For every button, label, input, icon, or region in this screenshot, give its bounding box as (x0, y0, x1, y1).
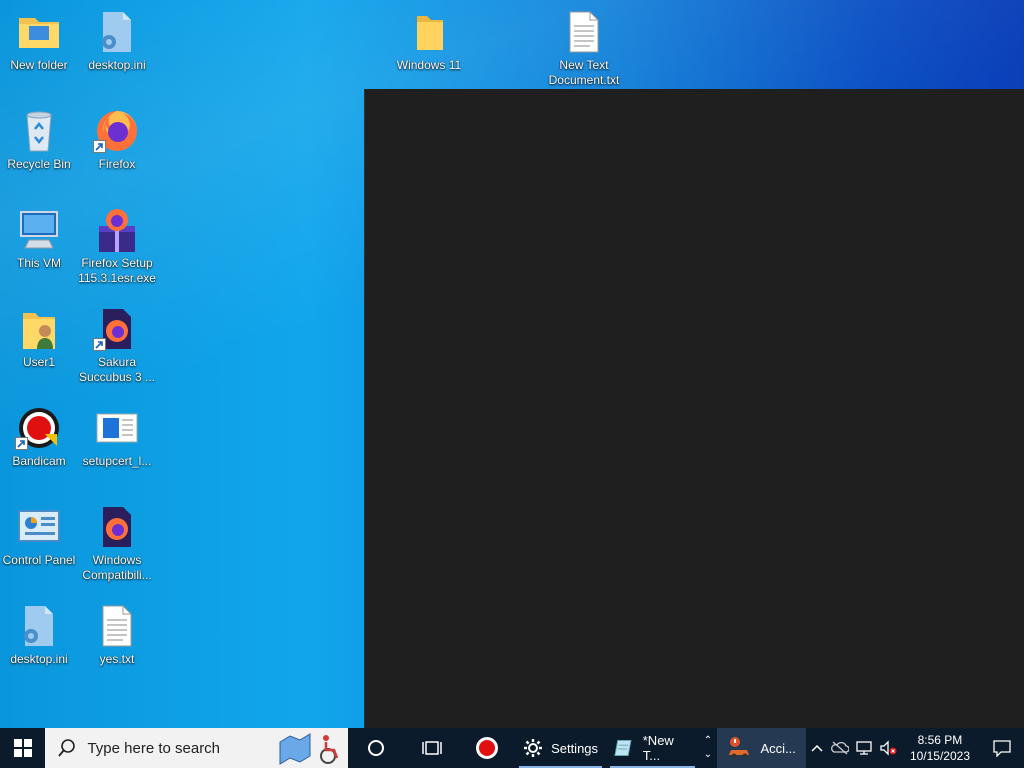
icon-label: desktop.ini (88, 58, 146, 72)
search-placeholder: Type here to search (87, 739, 221, 757)
icon-label: Firefox Setup 115.3.1esr.exe (78, 256, 156, 285)
action-center-button[interactable] (980, 728, 1024, 768)
icon-label: Windows Compatibili... (82, 553, 152, 582)
gear-icon (524, 739, 543, 757)
icon-label: setupcert_l... (82, 454, 152, 468)
icon-label: Recycle Bin (7, 157, 71, 171)
taskbar-app-notepad[interactable]: *New T... (606, 728, 699, 768)
icon-label: New folder (10, 58, 68, 72)
document-icon (93, 404, 141, 452)
settings-file-icon (93, 8, 141, 56)
desktop-icon-new-text-document[interactable]: New Text Document.txt (545, 8, 623, 88)
icon-label: User1 (22, 355, 55, 369)
control-panel-icon (15, 503, 63, 551)
desktop: New folder desktop.ini Windows 11 New Te… (0, 0, 1024, 728)
search-box[interactable]: Type here to search (45, 728, 349, 768)
clock-time: 8:56 PM (917, 733, 963, 747)
cortana-button[interactable] (348, 728, 404, 768)
icon-label: yes.txt (99, 652, 135, 666)
windows-logo-icon (13, 739, 32, 757)
bandicam-record-icon (476, 737, 499, 759)
shortcut-arrow-icon (93, 140, 106, 153)
notepad-icon (614, 740, 632, 756)
firefox-shortcut-icon (93, 305, 141, 353)
firefox-icon (93, 107, 141, 155)
taskbar-app-bandicam[interactable] (460, 728, 516, 768)
chevron-up-icon (811, 744, 823, 752)
icon-label: desktop.ini (10, 652, 68, 666)
clock-date: 10/15/2023 (909, 749, 970, 763)
icon-label: This VM (16, 256, 61, 270)
taskbar-scroll-arrows[interactable]: ⌃ ⌄ (699, 728, 716, 768)
icon-label: Bandicam (12, 454, 66, 468)
accessibility-map-icon (279, 733, 339, 765)
desktop-icon-bandicam[interactable]: Bandicam (0, 404, 78, 469)
system-tray: 8:56 PM 10/15/2023 (806, 728, 1024, 768)
icon-label: Control Panel (2, 553, 76, 567)
bandicam-icon (15, 404, 63, 452)
desktop-icon-desktop-ini[interactable]: desktop.ini (78, 8, 156, 73)
desktop-icon-recycle-bin[interactable]: Recycle Bin (0, 107, 78, 172)
task-view-icon (421, 741, 442, 755)
icon-label: Sakura Succubus 3 ... (78, 355, 156, 384)
search-icon (58, 739, 76, 757)
clock[interactable]: 8:56 PM 10/15/2023 (900, 728, 980, 768)
text-file-icon (93, 602, 141, 650)
text-file-icon (560, 8, 608, 56)
blank-dark-window[interactable] (364, 89, 1024, 728)
volume-muted-icon (880, 740, 897, 756)
task-view-button[interactable] (404, 728, 460, 768)
desktop-icon-yes-txt[interactable]: yes.txt (78, 602, 156, 667)
chevron-down-icon[interactable]: ⌄ (704, 748, 712, 762)
taskbar-app-label: *New T... (642, 733, 674, 763)
network-icon (856, 741, 872, 755)
shortcut-arrow-icon (15, 437, 28, 450)
cortana-circle-icon (368, 740, 385, 756)
icon-label: Firefox (98, 157, 136, 171)
user-folder-icon (15, 305, 63, 353)
shortcut-arrow-icon (93, 338, 106, 351)
desktop-icon-control-panel[interactable]: Control Panel (0, 503, 78, 568)
desktop-icon-user1[interactable]: User1 (0, 305, 78, 370)
computer-icon (15, 206, 63, 254)
desktop-icon-firefox[interactable]: Firefox (78, 107, 156, 172)
onedrive-offline-icon (830, 741, 849, 755)
desktop-icon-this-vm[interactable]: This VM (0, 206, 78, 271)
start-button[interactable] (0, 728, 45, 768)
desktop-icon-desktop-ini-2[interactable]: desktop.ini (0, 602, 78, 667)
folder-icon (15, 8, 63, 56)
chevron-up-icon[interactable]: ⌃ (704, 734, 712, 748)
icon-label: New Text Document.txt (548, 58, 620, 87)
recycle-bin-icon (15, 107, 63, 155)
settings-file-icon (15, 602, 63, 650)
desktop-icon-windows-11[interactable]: Windows 11 (390, 8, 468, 73)
firefox-shortcut-icon (93, 503, 141, 551)
show-hidden-icons-button[interactable] (806, 728, 828, 768)
onedrive-button[interactable] (828, 728, 852, 768)
desktop-icon-firefox-setup[interactable]: Firefox Setup 115.3.1esr.exe (78, 206, 156, 286)
volume-button[interactable] (876, 728, 900, 768)
notification-icon (993, 740, 1011, 757)
taskbar-app-accident[interactable]: Acci... (716, 728, 806, 768)
desktop-icon-setupcert[interactable]: setupcert_l... (78, 404, 156, 469)
taskbar-app-label: Settings (551, 740, 599, 756)
desktop-icon-sakura-succubus[interactable]: Sakura Succubus 3 ... (78, 305, 156, 385)
taskbar-app-label: Acci... (760, 740, 796, 756)
folder-icon (405, 8, 453, 56)
icon-label: Windows 11 (396, 58, 462, 72)
accident-app-icon (728, 737, 749, 759)
firefox-installer-icon (93, 206, 141, 254)
desktop-icon-windows-compatibility[interactable]: Windows Compatibili... (78, 503, 156, 583)
network-button[interactable] (852, 728, 876, 768)
desktop-icon-new-folder[interactable]: New folder (0, 8, 78, 73)
taskbar: Type here to search Settings *New T... ⌃… (0, 728, 1024, 768)
taskbar-app-settings[interactable]: Settings (515, 728, 606, 768)
